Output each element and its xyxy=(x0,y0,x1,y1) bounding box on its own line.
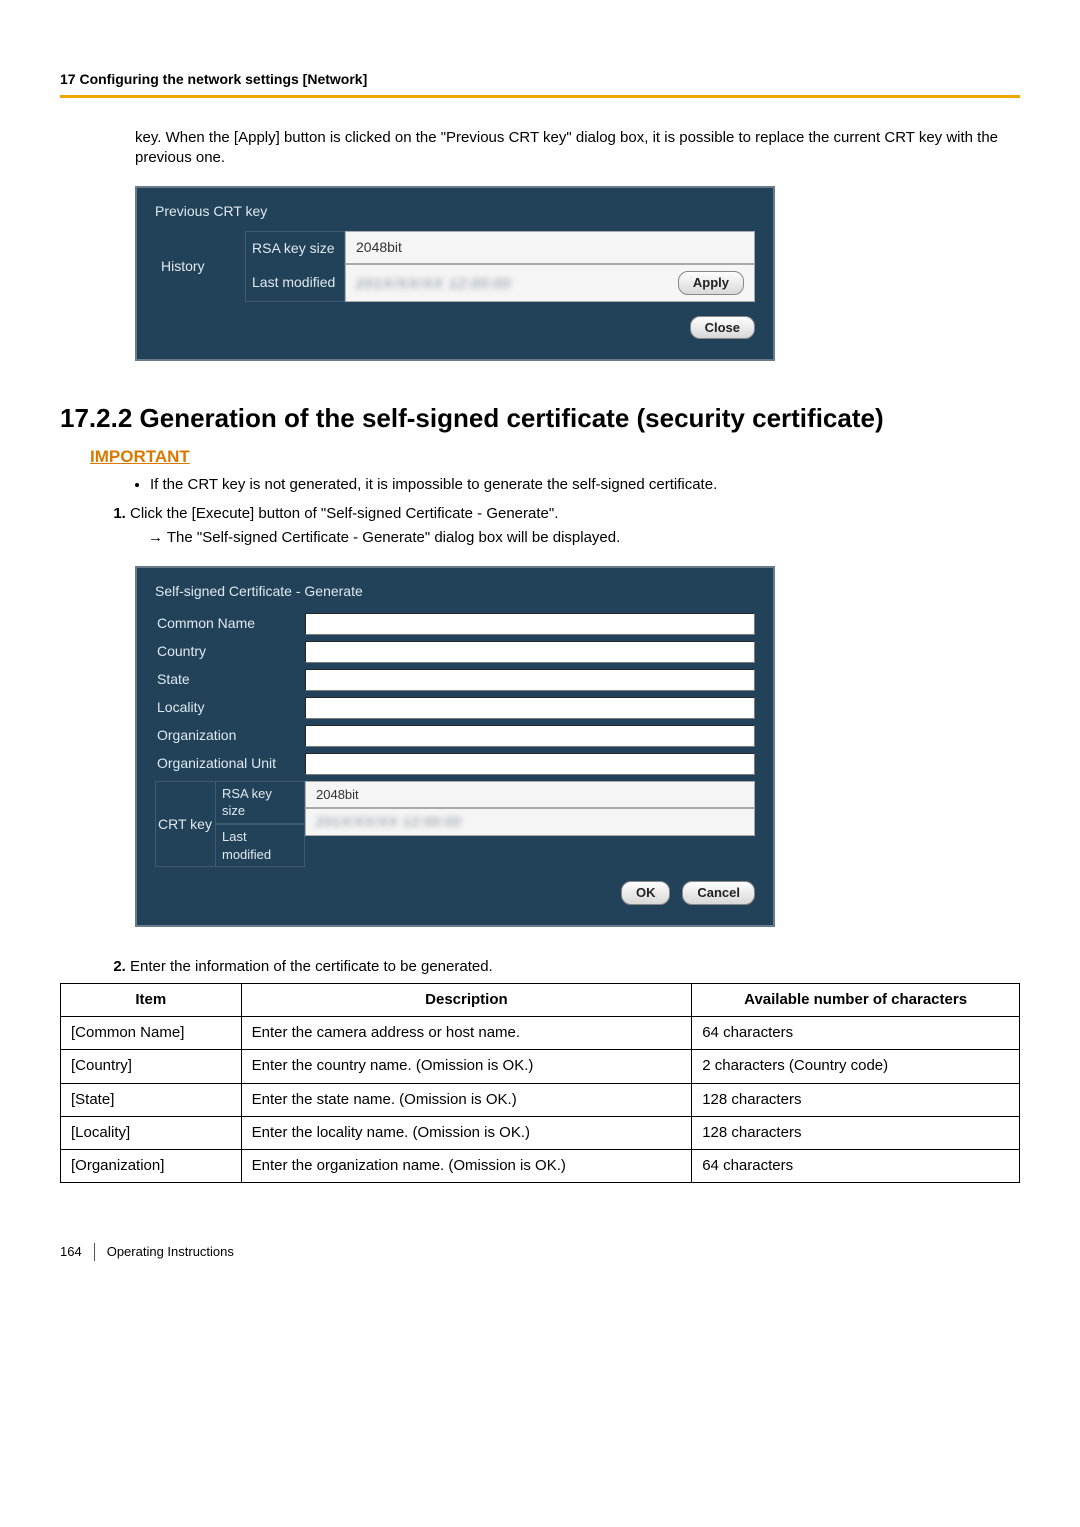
table-row: [Organization]Enter the organization nam… xyxy=(61,1150,1020,1183)
previous-crt-key-dialog: Previous CRT key History RSA key size 20… xyxy=(135,186,775,361)
common-name-label: Common Name xyxy=(155,614,305,633)
page-number: 164 xyxy=(60,1243,95,1261)
rsa-key-size-value: 2048bit xyxy=(305,781,755,809)
table-row: [Country]Enter the country name. (Omissi… xyxy=(61,1050,1020,1083)
col-chars: Available number of characters xyxy=(692,983,1020,1016)
crt-key-label: CRT key xyxy=(155,781,215,867)
last-modified-value: 201X/XX/XX 12:00:00 Apply xyxy=(345,264,755,302)
last-modified-label: Last modified xyxy=(245,264,345,302)
locality-input[interactable] xyxy=(305,697,755,719)
country-label: Country xyxy=(155,642,305,661)
page-footer: 164 Operating Instructions xyxy=(60,1243,1020,1261)
locality-label: Locality xyxy=(155,698,305,717)
history-label: History xyxy=(155,231,245,301)
state-input[interactable] xyxy=(305,669,755,691)
close-button[interactable]: Close xyxy=(690,316,755,340)
step-1: Click the [Execute] button of "Self-sign… xyxy=(130,504,1020,524)
rsa-key-size-label: RSA key size xyxy=(215,781,305,824)
important-label: IMPORTANT xyxy=(90,446,1020,469)
col-desc: Description xyxy=(241,983,692,1016)
chapter-header: 17 Configuring the network settings [Net… xyxy=(60,70,1020,98)
doc-title: Operating Instructions xyxy=(107,1243,234,1261)
important-text: If the CRT key is not generated, it is i… xyxy=(150,475,1020,495)
state-label: State xyxy=(155,670,305,689)
section-heading: 17.2.2 Generation of the self-signed cer… xyxy=(60,401,1020,436)
organization-input[interactable] xyxy=(305,725,755,747)
table-row: [Locality]Enter the locality name. (Omis… xyxy=(61,1116,1020,1149)
self-signed-cert-dialog: Self-signed Certificate - Generate Commo… xyxy=(135,566,775,927)
ok-button[interactable]: OK xyxy=(621,881,671,905)
org-unit-label: Organizational Unit xyxy=(155,754,305,773)
last-modified-label: Last modified xyxy=(215,824,305,867)
org-unit-input[interactable] xyxy=(305,753,755,775)
cancel-button[interactable]: Cancel xyxy=(682,881,755,905)
intro-paragraph: key. When the [Apply] button is clicked … xyxy=(135,128,1020,169)
table-row: [Common Name]Enter the camera address or… xyxy=(61,1017,1020,1050)
step-2: Enter the information of the certificate… xyxy=(130,957,1020,977)
col-item: Item xyxy=(61,983,242,1016)
step-1-arrow: → The "Self-signed Certificate - Generat… xyxy=(148,528,1020,548)
rsa-key-size-label: RSA key size xyxy=(245,231,345,264)
dialog-title: Previous CRT key xyxy=(155,202,755,221)
certificate-fields-table: Item Description Available number of cha… xyxy=(60,983,1020,1184)
apply-button[interactable]: Apply xyxy=(678,271,744,295)
country-input[interactable] xyxy=(305,641,755,663)
table-row: [State]Enter the state name. (Omission i… xyxy=(61,1083,1020,1116)
common-name-input[interactable] xyxy=(305,613,755,635)
dialog-title: Self-signed Certificate - Generate xyxy=(155,582,755,601)
rsa-key-size-value: 2048bit xyxy=(345,231,755,264)
last-modified-value: 201X/XX/XX 12:00:00 xyxy=(305,808,755,836)
organization-label: Organization xyxy=(155,726,305,745)
